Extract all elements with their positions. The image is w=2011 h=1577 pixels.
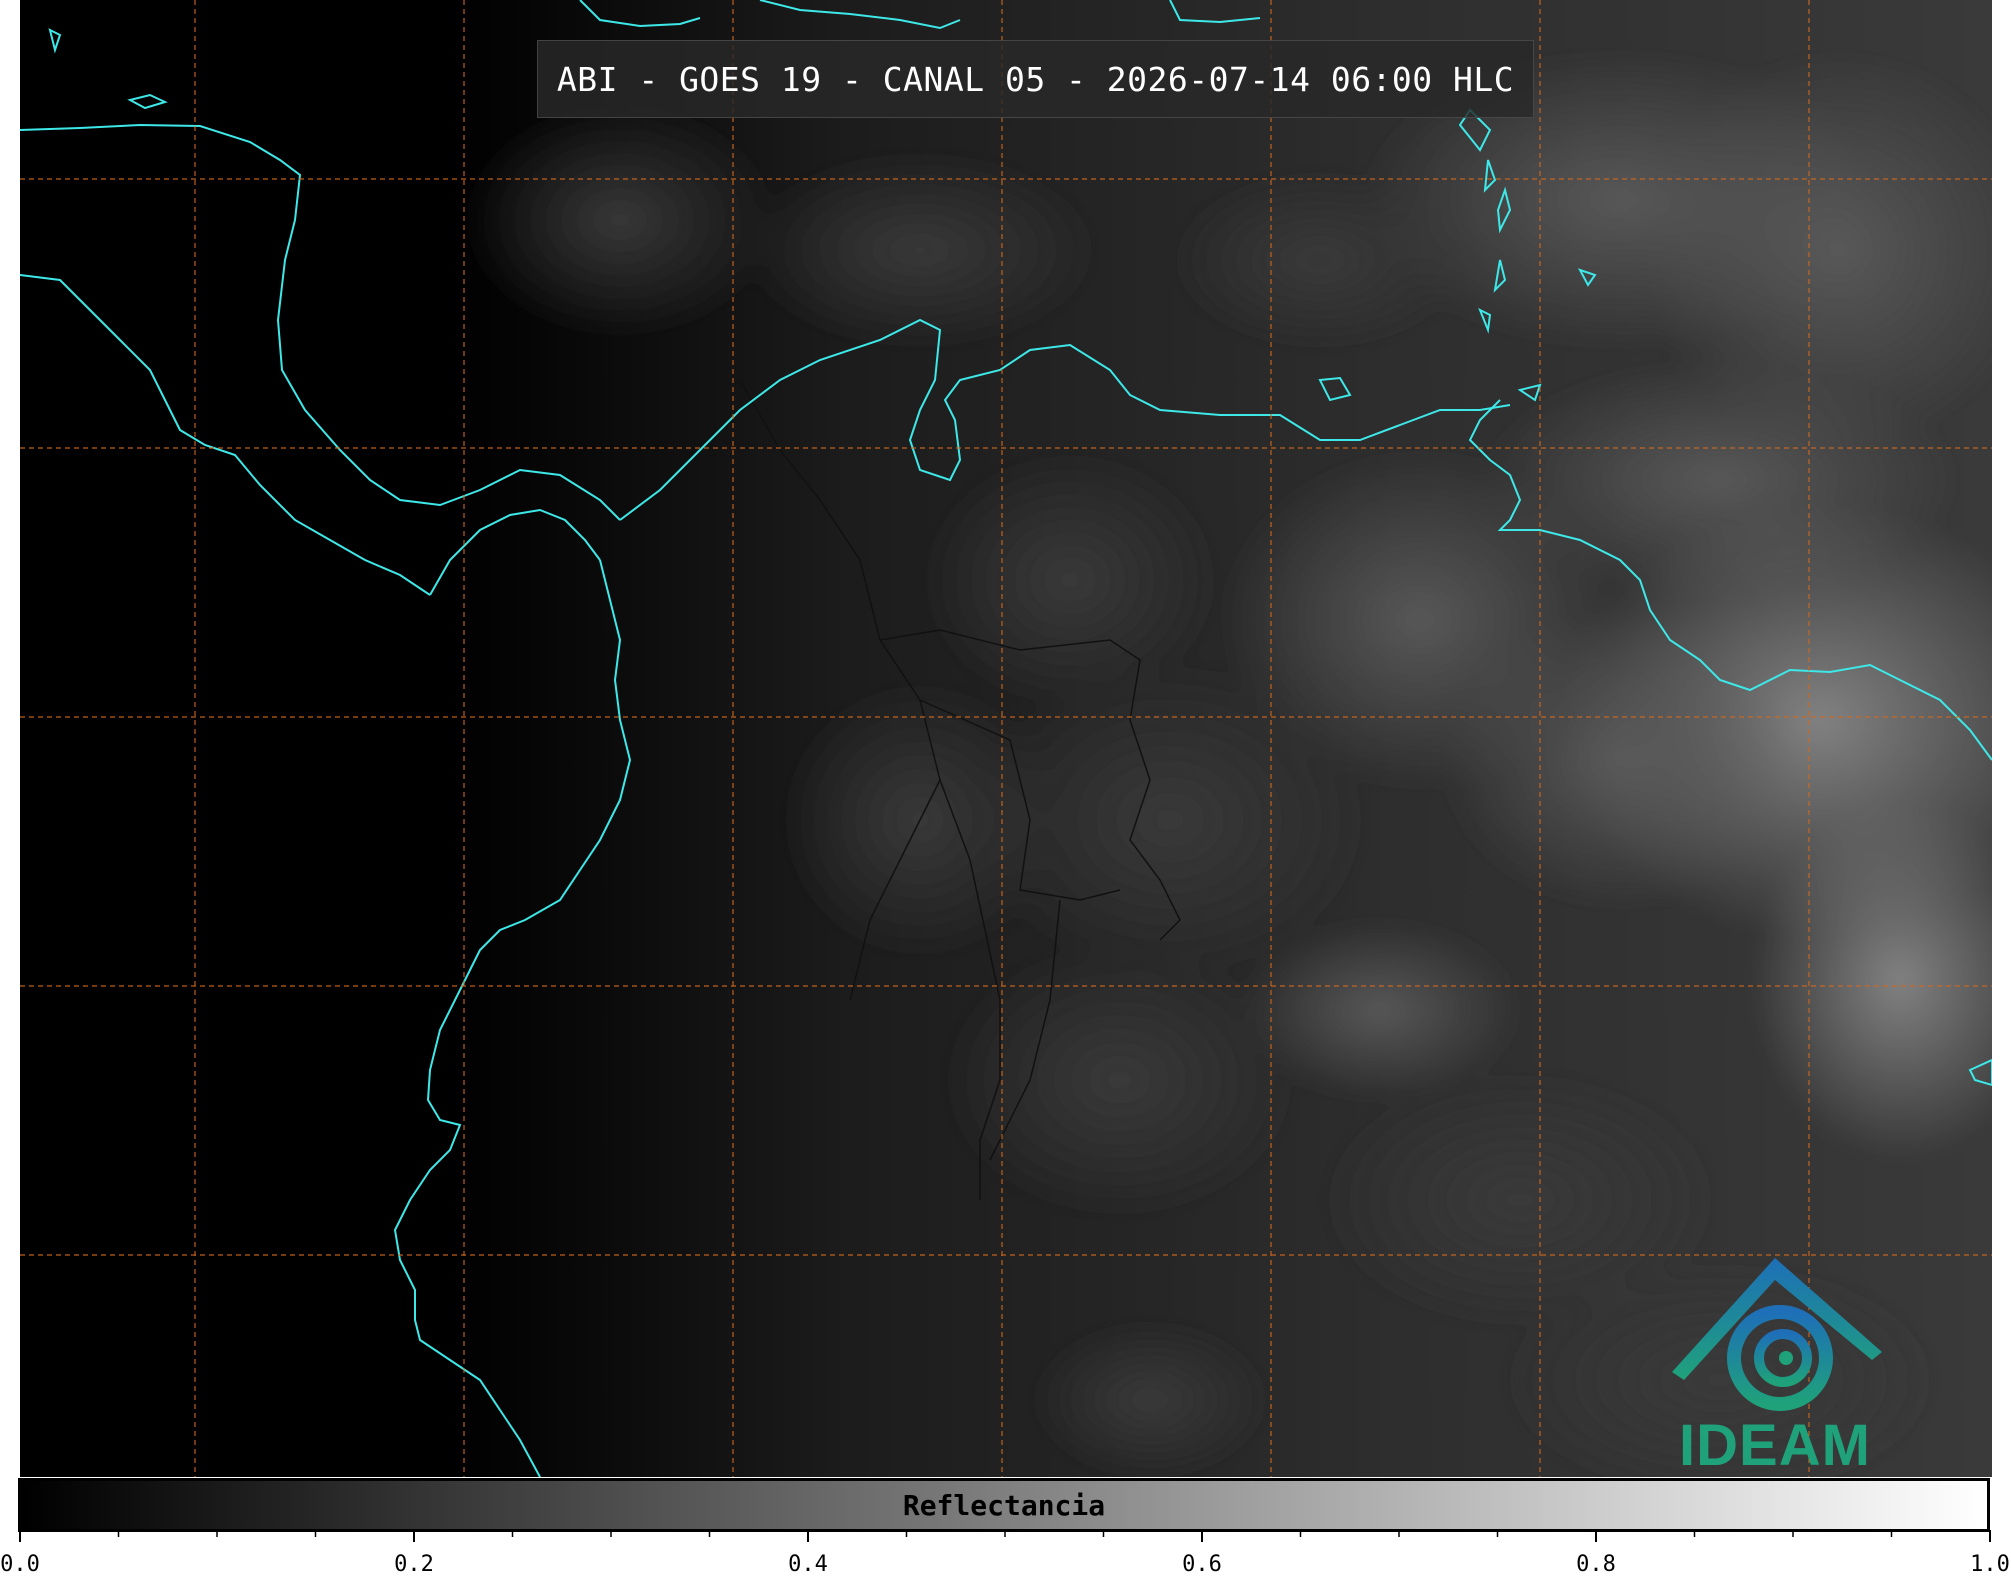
tick-label: 0.0 (0, 1552, 40, 1577)
colorbar: Reflectancia (18, 1478, 1990, 1532)
tick-label: 0.8 (1576, 1552, 1616, 1577)
tick-label: 1.0 (1970, 1552, 2010, 1577)
ideam-logo-mark (1672, 1258, 1882, 1411)
tick-label: 0.2 (394, 1552, 434, 1577)
ideam-logo: IDEAM (1650, 1250, 1900, 1480)
image-title: ABI - GOES 19 - CANAL 05 - 2026-07-14 06… (556, 59, 1515, 99)
colorbar-tick-marks (19, 1530, 1991, 1542)
ideam-logo-text: IDEAM (1679, 1413, 1871, 1478)
colorbar-label: Reflectancia (902, 1488, 1106, 1522)
title-panel: ABI - GOES 19 - CANAL 05 - 2026-07-14 06… (537, 40, 1534, 118)
colorbar-ticks: 0.0 0.2 0.4 0.6 0.8 1.0 (0, 1530, 2011, 1577)
tick-label: 0.6 (1182, 1552, 1222, 1577)
tick-label: 0.4 (788, 1552, 828, 1577)
